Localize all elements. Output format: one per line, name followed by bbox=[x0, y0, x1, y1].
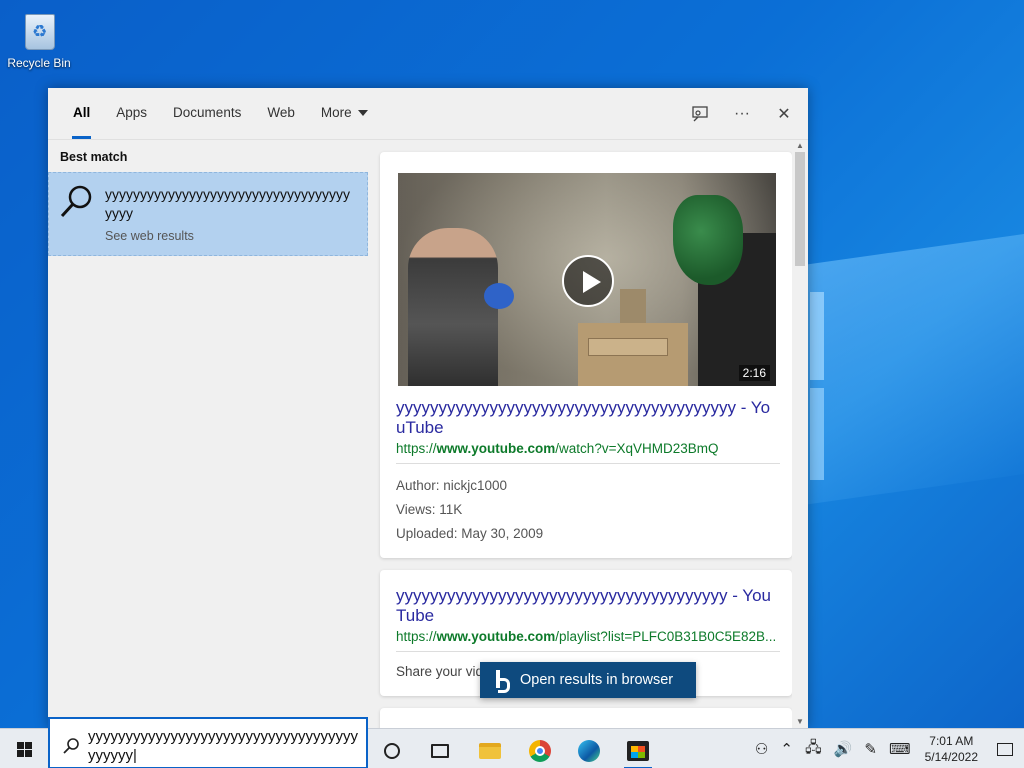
result-title-link[interactable]: yyyyyyyyyyyyyyyyyyyyyyyyyyyyyyyyyyyyyyy … bbox=[396, 586, 776, 626]
tab-web[interactable]: Web bbox=[254, 88, 308, 140]
result-url-link[interactable]: https://www.youtube.com/playlist?list=PL… bbox=[396, 629, 786, 644]
panel-actions: ··· ✕ bbox=[688, 102, 796, 126]
tab-all[interactable]: All bbox=[60, 88, 103, 140]
chrome-button[interactable] bbox=[522, 733, 558, 768]
tab-label: More bbox=[320, 105, 352, 120]
store-icon bbox=[627, 741, 649, 761]
recycle-bin-shortcut[interactable]: Recycle Bin bbox=[4, 8, 74, 70]
pen-icon[interactable]: ✎ bbox=[864, 740, 877, 758]
url-domain: www.youtube.com bbox=[436, 441, 556, 456]
task-view-icon bbox=[431, 744, 449, 758]
feedback-button[interactable] bbox=[688, 102, 712, 126]
cortana-icon bbox=[384, 743, 400, 759]
system-tray: ⚇ ⌃ 🖧 🔊 ✎ ⌨ 7:01 AM 5/14/2022 bbox=[749, 729, 1024, 768]
web-result-card: 2:16 yyyyyyyyyyyyyyyyyyyyyyyyyyyyyyyyyyy… bbox=[380, 152, 792, 558]
results-scrollbar[interactable]: ▲ ▼ bbox=[792, 140, 808, 728]
web-result-card bbox=[380, 708, 792, 728]
chevron-down-icon bbox=[357, 110, 368, 117]
url-domain: www.youtube.com bbox=[436, 629, 556, 644]
scroll-down-icon[interactable]: ▼ bbox=[795, 717, 805, 727]
tab-documents[interactable]: Documents bbox=[160, 88, 254, 140]
scroll-thumb[interactable] bbox=[795, 152, 805, 266]
tab-label: Web bbox=[267, 105, 295, 120]
tab-label: All bbox=[73, 105, 91, 120]
taskbar: yyyyyyyyyyyyyyyyyyyyyyyyyyyyyyyyyyyyyyyy… bbox=[0, 717, 1024, 768]
results-left-column: Best match yyyyyyyyyyyyyyyyyyyyyyyyyyyyy… bbox=[48, 140, 368, 728]
divider bbox=[396, 463, 780, 464]
search-input[interactable]: yyyyyyyyyyyyyyyyyyyyyyyyyyyyyyyyyyyyyyyy… bbox=[88, 727, 362, 765]
more-options-button[interactable]: ··· bbox=[730, 102, 754, 126]
windows-icon bbox=[16, 741, 32, 757]
notification-icon bbox=[997, 742, 1013, 756]
search-tabs-bar: All Apps Documents Web More ··· ✕ bbox=[48, 88, 808, 140]
feedback-icon bbox=[692, 106, 708, 122]
video-views: Views: 11K bbox=[396, 502, 463, 517]
notifications-button[interactable] bbox=[986, 729, 1024, 768]
edge-icon bbox=[578, 740, 600, 762]
results-preview-pane: 2:16 yyyyyyyyyyyyyyyyyyyyyyyyyyyyyyyyyyy… bbox=[370, 140, 808, 728]
open-results-in-browser-button[interactable]: Open results in browser bbox=[480, 662, 696, 698]
video-duration: 2:16 bbox=[738, 365, 770, 381]
desktop-light-beam bbox=[810, 292, 824, 380]
store-button[interactable] bbox=[620, 733, 656, 768]
recycle-bin-label: Recycle Bin bbox=[7, 56, 71, 70]
search-icon bbox=[60, 185, 92, 218]
tab-more[interactable]: More bbox=[308, 88, 381, 140]
best-match-heading: Best match bbox=[60, 150, 128, 164]
tab-label: Documents bbox=[173, 105, 242, 120]
url-prefix: https:// bbox=[396, 441, 437, 456]
best-match-item[interactable]: yyyyyyyyyyyyyyyyyyyyyyyyyyyyyyyyyyyyyyy … bbox=[48, 172, 368, 256]
task-view-button[interactable] bbox=[422, 733, 458, 768]
scroll-up-icon[interactable]: ▲ bbox=[795, 141, 805, 151]
search-panel: All Apps Documents Web More ··· ✕ Best m… bbox=[48, 88, 808, 728]
clock-time: 7:01 AM bbox=[929, 734, 974, 748]
bing-icon bbox=[494, 670, 510, 693]
best-match-title: yyyyyyyyyyyyyyyyyyyyyyyyyyyyyyyyyyyyyyy bbox=[105, 186, 350, 221]
search-tabs: All Apps Documents Web More bbox=[60, 88, 381, 140]
cortana-button[interactable] bbox=[374, 733, 410, 768]
result-title-link[interactable]: yyyyyyyyyyyyyyyyyyyyyyyyyyyyyyyyyyyyyyyy… bbox=[396, 398, 776, 438]
search-icon bbox=[63, 738, 79, 754]
tab-label: Apps bbox=[116, 105, 148, 120]
edge-button[interactable] bbox=[571, 733, 607, 768]
divider bbox=[396, 651, 780, 652]
play-icon[interactable] bbox=[562, 255, 614, 307]
clock[interactable]: 7:01 AM 5/14/2022 bbox=[925, 733, 978, 765]
start-button[interactable] bbox=[0, 729, 48, 768]
best-match-subtitle: See web results bbox=[105, 229, 194, 243]
recycle-bin-icon bbox=[19, 8, 59, 52]
chrome-icon bbox=[529, 740, 551, 762]
video-thumbnail[interactable]: 2:16 bbox=[398, 173, 776, 386]
open-results-label: Open results in browser bbox=[520, 672, 674, 688]
url-path: /watch?v=XqVHMD23BmQ bbox=[555, 441, 719, 456]
url-path: /playlist?list=PLFC0B31B0C5E82B... bbox=[555, 629, 777, 644]
video-author: Author: nickjc1000 bbox=[396, 478, 508, 493]
volume-icon[interactable]: 🔊 bbox=[834, 740, 853, 758]
more-options-icon: ··· bbox=[734, 105, 750, 122]
url-prefix: https:// bbox=[396, 629, 437, 644]
people-icon[interactable]: ⚇ bbox=[755, 740, 768, 758]
taskbar-search-box[interactable]: yyyyyyyyyyyyyyyyyyyyyyyyyyyyyyyyyyyyyyyy… bbox=[48, 717, 368, 768]
video-upload-date: Uploaded: May 30, 2009 bbox=[396, 526, 544, 541]
keyboard-icon[interactable]: ⌨ bbox=[889, 740, 911, 758]
file-explorer-button[interactable] bbox=[472, 733, 508, 768]
folder-icon bbox=[479, 743, 501, 759]
close-button[interactable]: ✕ bbox=[772, 102, 796, 126]
network-icon[interactable]: 🖧 bbox=[805, 737, 822, 762]
clock-date: 5/14/2022 bbox=[924, 750, 978, 764]
close-icon: ✕ bbox=[777, 106, 791, 123]
tab-apps[interactable]: Apps bbox=[103, 88, 160, 140]
result-url-link[interactable]: https://www.youtube.com/watch?v=XqVHMD23… bbox=[396, 441, 786, 456]
desktop-light-beam bbox=[810, 388, 824, 480]
chevron-up-icon[interactable]: ⌃ bbox=[780, 740, 793, 758]
